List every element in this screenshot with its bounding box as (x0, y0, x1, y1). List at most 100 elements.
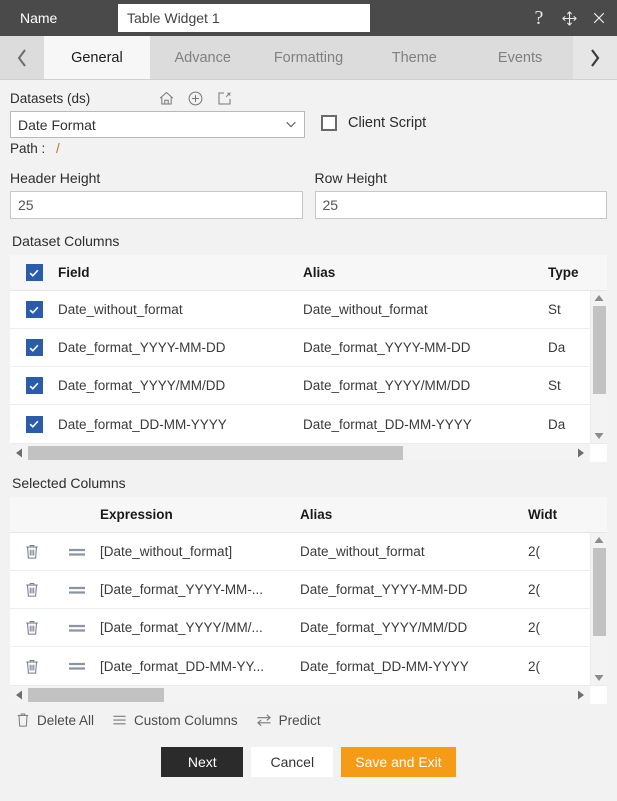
scroll-left-icon[interactable] (10, 448, 28, 458)
help-icon[interactable]: ? (529, 8, 549, 28)
predict-button[interactable]: Predict (256, 713, 321, 728)
selected-columns-horizontal-scrollbar[interactable] (10, 685, 607, 704)
vscroll-thumb[interactable] (592, 306, 606, 394)
delete-all-button[interactable]: Delete All (16, 712, 94, 728)
vscroll-thumb[interactable] (592, 548, 606, 636)
scroll-down-icon[interactable] (594, 429, 604, 443)
row-selected-alias: Date_format_YYYY/MM/DD (300, 620, 468, 635)
edit-icon[interactable] (216, 90, 233, 107)
header-width[interactable]: Widt (528, 507, 568, 522)
scroll-down-icon[interactable] (594, 671, 604, 685)
header-expression[interactable]: Expression (100, 507, 300, 522)
drag-handle-icon[interactable] (67, 660, 87, 672)
client-script-row: Client Script (321, 111, 426, 131)
trash-icon[interactable] (24, 658, 40, 675)
row-checkbox[interactable] (25, 377, 43, 394)
columns-toolbar: Delete All Custom Columns Predict (10, 712, 607, 728)
scroll-right-icon[interactable] (572, 448, 590, 458)
header-height-group: Header Height (10, 170, 303, 219)
tab-general[interactable]: General (44, 36, 150, 79)
selected-columns-vertical-scrollbar[interactable] (590, 533, 607, 685)
predict-label: Predict (278, 712, 321, 728)
table-row[interactable]: Date_without_format Date_without_format … (10, 291, 590, 329)
row-height-label: Row Height (314, 170, 387, 186)
dataset-columns-vertical-scrollbar[interactable] (590, 291, 607, 443)
row-checkbox[interactable] (25, 301, 43, 318)
tab-list: General Advance Formatting Theme Events (44, 36, 573, 79)
row-alias: Date_format_YYYY-MM-DD (303, 340, 471, 355)
hscroll-track[interactable] (28, 687, 572, 702)
save-and-exit-button[interactable]: Save and Exit (341, 747, 456, 777)
tab-formatting[interactable]: Formatting (255, 36, 362, 79)
row-field: Date_format_YYYY-MM-DD (58, 340, 226, 355)
header-type[interactable]: Type (548, 265, 588, 280)
cancel-button[interactable]: Cancel (251, 747, 334, 777)
row-expression: [Date_format_YYYY-MM-... (100, 582, 264, 597)
drag-handle-icon[interactable] (67, 622, 87, 634)
dataset-columns-body: Date_without_format Date_without_format … (10, 291, 590, 443)
vscroll-track[interactable] (591, 547, 607, 671)
header-selected-alias[interactable]: Alias (300, 507, 528, 522)
custom-columns-button[interactable]: Custom Columns (112, 713, 238, 728)
table-row[interactable]: Date_format_YYYY-MM-DD Date_format_YYYY-… (10, 329, 590, 367)
vscroll-track[interactable] (591, 305, 607, 429)
drag-handle-icon[interactable] (67, 546, 87, 558)
table-row[interactable]: Date_format_YYYY/MM/DD Date_format_YYYY/… (10, 367, 590, 405)
row-selected-alias: Date_format_DD-MM-YYYY (300, 658, 469, 674)
home-icon[interactable] (158, 90, 175, 107)
scroll-right-icon[interactable] (572, 690, 590, 700)
client-script-checkbox[interactable] (321, 115, 337, 131)
row-height-input[interactable] (314, 191, 607, 219)
drag-handle-icon[interactable] (67, 584, 87, 596)
row-delete-cell (10, 581, 54, 598)
tabs-scroll-left-icon[interactable] (0, 36, 44, 79)
header-height-label: Header Height (10, 170, 101, 186)
tab-advance[interactable]: Advance (149, 36, 256, 79)
header-alias[interactable]: Alias (303, 265, 548, 280)
tab-events[interactable]: Events (467, 36, 573, 79)
move-icon[interactable] (559, 8, 579, 28)
row-width: 2( (528, 582, 541, 597)
dataset-select[interactable]: Date Format (10, 111, 305, 138)
scroll-up-icon[interactable] (594, 533, 604, 547)
header-field[interactable]: Field (58, 265, 303, 280)
row-checkbox-cell (10, 377, 58, 394)
dataset-columns-horizontal-scrollbar[interactable] (10, 443, 607, 462)
hscroll-track[interactable] (28, 445, 572, 460)
select-all-checkbox[interactable] (25, 264, 43, 281)
row-alias: Date_format_YYYY/MM/DD (303, 378, 471, 393)
name-label: Name (20, 10, 58, 26)
row-delete-cell (10, 543, 54, 560)
row-checkbox[interactable] (25, 415, 43, 433)
row-checkbox-cell (10, 415, 58, 433)
table-row[interactable]: [Date_without_format] Date_without_forma… (10, 533, 590, 571)
row-checkbox[interactable] (25, 339, 43, 356)
widget-name-input[interactable] (118, 4, 370, 32)
selected-columns-body: [Date_without_format] Date_without_forma… (10, 533, 590, 685)
titlebar-actions: ? (529, 0, 609, 36)
row-drag-cell (54, 622, 100, 634)
header-height-input[interactable] (10, 191, 303, 219)
table-row[interactable]: [Date_format_YYYY/MM/... Date_format_YYY… (10, 609, 590, 647)
row-height-group: Row Height (314, 170, 607, 219)
trash-icon[interactable] (24, 543, 40, 560)
add-circle-icon[interactable] (187, 90, 204, 107)
hscroll-thumb[interactable] (28, 687, 164, 702)
trash-icon[interactable] (24, 619, 40, 636)
row-drag-cell (54, 660, 100, 672)
tab-theme[interactable]: Theme (361, 36, 468, 79)
table-row[interactable]: [Date_format_YYYY-MM-... Date_format_YYY… (10, 571, 590, 609)
row-field: Date_without_format (58, 302, 183, 317)
trash-icon[interactable] (24, 581, 40, 598)
client-script-label: Client Script (348, 115, 427, 131)
close-icon[interactable] (589, 8, 609, 28)
general-tab-panel: Datasets (ds) Date Format Client Script … (0, 80, 617, 777)
table-row[interactable]: [Date_format_DD-MM-YY... Date_format_DD-… (10, 647, 590, 685)
scroll-left-icon[interactable] (10, 690, 28, 700)
next-button[interactable]: Next (161, 747, 244, 777)
row-delete-cell (10, 619, 54, 636)
scroll-up-icon[interactable] (594, 291, 604, 305)
hscroll-thumb[interactable] (28, 445, 404, 460)
table-row[interactable]: Date_format_DD-MM-YYYY Date_format_DD-MM… (10, 405, 590, 443)
tabs-scroll-right-icon[interactable] (573, 36, 617, 79)
